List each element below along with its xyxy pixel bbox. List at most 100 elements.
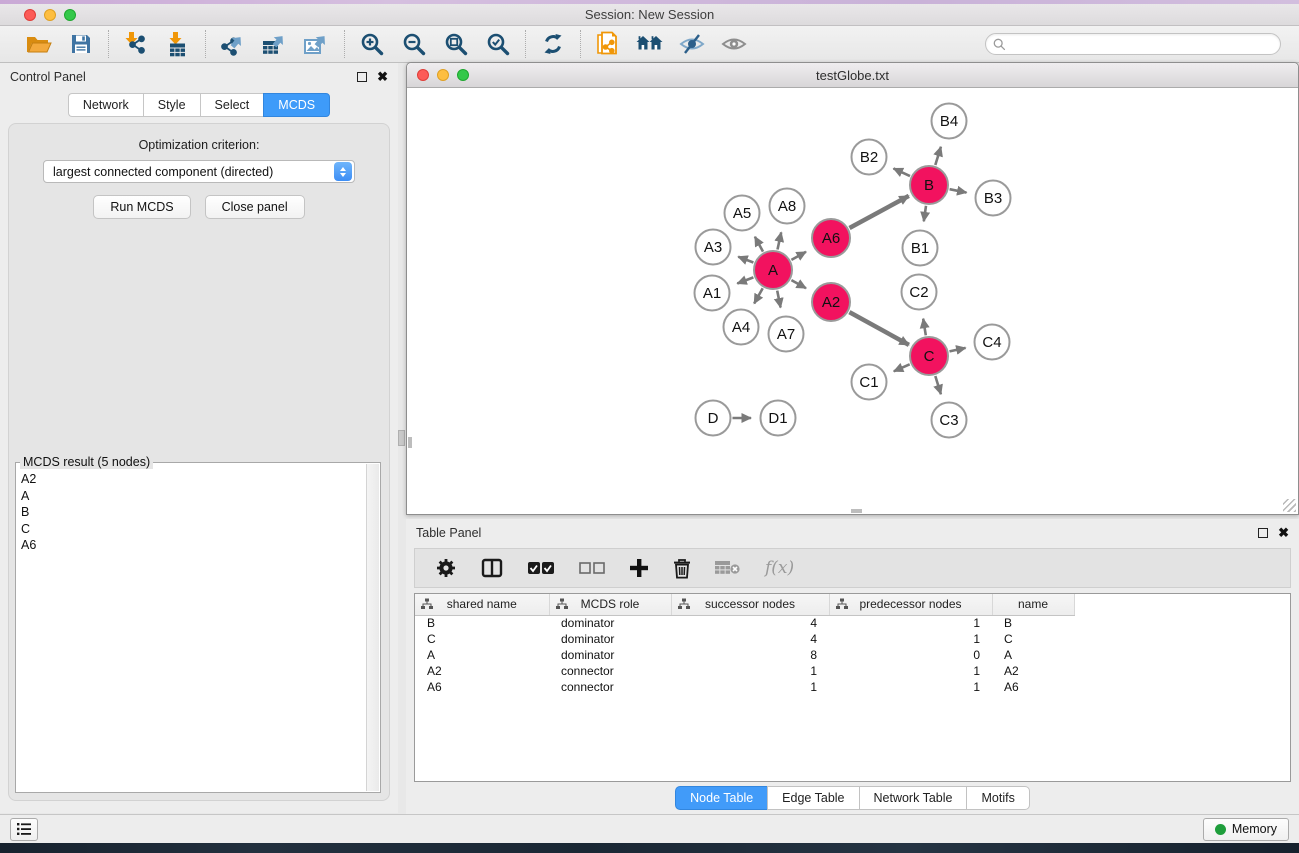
eye-slash-icon[interactable] bbox=[676, 29, 708, 59]
graph-node-C[interactable]: C bbox=[910, 337, 948, 375]
cell-predecessor-nodes[interactable]: 0 bbox=[829, 647, 992, 663]
cell-predecessor-nodes[interactable]: 1 bbox=[829, 615, 992, 631]
cell-name[interactable]: A bbox=[992, 647, 1074, 663]
graph-edge-A-A8[interactable] bbox=[778, 232, 782, 249]
cell-MCDS-role[interactable]: dominator bbox=[549, 647, 671, 663]
graph-node-A3[interactable]: A3 bbox=[696, 230, 731, 265]
table-row[interactable]: Cdominator41C bbox=[415, 631, 1290, 647]
graph-node-D[interactable]: D bbox=[696, 401, 731, 436]
window-resize-grip[interactable] bbox=[1283, 499, 1296, 512]
trash-icon[interactable] bbox=[673, 558, 691, 579]
memory-button[interactable]: Memory bbox=[1203, 818, 1289, 841]
network-canvas[interactable]: B4 B2 B B3 A8 A5 A6 A3 B1 A C2 A1 A2 bbox=[408, 89, 1297, 513]
graph-edge-C-C2[interactable] bbox=[923, 319, 926, 336]
graph-edge-A-A2[interactable] bbox=[791, 280, 806, 288]
search-input[interactable] bbox=[1010, 35, 1280, 53]
cell-successor-nodes[interactable]: 4 bbox=[671, 615, 829, 631]
document-network-icon[interactable] bbox=[592, 29, 624, 59]
close-table-panel-icon[interactable]: ✖ bbox=[1278, 528, 1289, 538]
run-mcds-button[interactable]: Run MCDS bbox=[93, 195, 190, 219]
graph-node-B4[interactable]: B4 bbox=[932, 104, 967, 139]
refresh-icon[interactable] bbox=[537, 29, 569, 59]
graph-node-C3[interactable]: C3 bbox=[932, 403, 967, 438]
graph-edge-A-A1[interactable] bbox=[737, 277, 753, 283]
cell-successor-nodes[interactable]: 1 bbox=[671, 663, 829, 679]
graph-node-A[interactable]: A bbox=[754, 251, 792, 289]
graph-edge-A-A4[interactable] bbox=[754, 288, 763, 303]
tab-select[interactable]: Select bbox=[200, 93, 264, 117]
graph-node-C1[interactable]: C1 bbox=[852, 365, 887, 400]
cell-name[interactable]: A6 bbox=[992, 679, 1074, 695]
graph-node-B1[interactable]: B1 bbox=[903, 231, 938, 266]
close-panel-icon[interactable]: ✖ bbox=[377, 72, 388, 82]
cell-name[interactable]: A2 bbox=[992, 663, 1074, 679]
result-list-item[interactable]: C bbox=[21, 521, 365, 538]
table-row[interactable]: Bdominator41B bbox=[415, 615, 1290, 631]
result-list-item[interactable]: B bbox=[21, 504, 365, 521]
graph-node-A8[interactable]: A8 bbox=[770, 189, 805, 224]
graph-edge-B-B3[interactable] bbox=[950, 189, 967, 192]
plus-icon[interactable] bbox=[629, 558, 649, 578]
tab-network[interactable]: Network bbox=[68, 93, 143, 117]
graph-edge-A-A6[interactable] bbox=[791, 252, 806, 260]
result-list-item[interactable]: A bbox=[21, 488, 365, 505]
graph-node-A2[interactable]: A2 bbox=[812, 283, 850, 321]
graph-node-B2[interactable]: B2 bbox=[852, 140, 887, 175]
export-image-icon[interactable] bbox=[301, 29, 333, 59]
cell-MCDS-role[interactable]: dominator bbox=[549, 631, 671, 647]
cell-shared-name[interactable]: A6 bbox=[415, 679, 549, 695]
floppy-save-icon[interactable] bbox=[65, 29, 97, 59]
zoom-out-icon[interactable] bbox=[398, 29, 430, 59]
optimization-criterion-dropdown[interactable]: largest connected component (directed) bbox=[43, 160, 355, 183]
graph-node-A1[interactable]: A1 bbox=[695, 276, 730, 311]
split-columns-icon[interactable] bbox=[481, 558, 503, 578]
graph-edge-B-B1[interactable] bbox=[924, 206, 926, 222]
cell-shared-name[interactable]: B bbox=[415, 615, 549, 631]
tab-node-table[interactable]: Node Table bbox=[675, 786, 767, 810]
graph-node-A5[interactable]: A5 bbox=[725, 196, 760, 231]
graph-edge-B-B4[interactable] bbox=[935, 147, 941, 165]
eye-icon[interactable] bbox=[718, 29, 750, 59]
result-scrollbar[interactable] bbox=[366, 464, 379, 791]
graph-node-D1[interactable]: D1 bbox=[761, 401, 796, 436]
table-row[interactable]: A2connector11A2 bbox=[415, 663, 1290, 679]
cell-MCDS-role[interactable]: connector bbox=[549, 663, 671, 679]
cell-successor-nodes[interactable]: 8 bbox=[671, 647, 829, 663]
column-header-MCDS-role[interactable]: MCDS role bbox=[549, 594, 671, 615]
close-panel-button[interactable]: Close panel bbox=[205, 195, 305, 219]
cell-predecessor-nodes[interactable]: 1 bbox=[829, 663, 992, 679]
cell-shared-name[interactable]: C bbox=[415, 631, 549, 647]
graph-edge-C-C3[interactable] bbox=[935, 376, 941, 394]
checked-boxes-icon[interactable] bbox=[527, 561, 555, 575]
graph-edge-A2-C[interactable] bbox=[849, 312, 909, 345]
graph-node-A6[interactable]: A6 bbox=[812, 219, 850, 257]
cell-shared-name[interactable]: A bbox=[415, 647, 549, 663]
column-header-shared-name[interactable]: shared name bbox=[415, 594, 549, 615]
zoom-check-icon[interactable] bbox=[482, 29, 514, 59]
graph-edge-A-A5[interactable] bbox=[755, 237, 763, 252]
tab-motifs[interactable]: Motifs bbox=[966, 786, 1029, 810]
unchecked-boxes-icon[interactable] bbox=[579, 562, 605, 574]
network-window-titlebar[interactable]: testGlobe.txt bbox=[407, 63, 1298, 88]
graph-edge-B-B2[interactable] bbox=[894, 168, 911, 176]
graph-edge-A-A3[interactable] bbox=[738, 257, 753, 263]
result-list-item[interactable]: A6 bbox=[21, 537, 365, 554]
tab-network-table[interactable]: Network Table bbox=[859, 786, 967, 810]
graph-edge-A-A7[interactable] bbox=[777, 291, 780, 308]
task-history-button[interactable] bbox=[10, 818, 38, 841]
tab-mcds[interactable]: MCDS bbox=[263, 93, 330, 117]
export-network-icon[interactable] bbox=[217, 29, 249, 59]
float-panel-icon[interactable] bbox=[357, 72, 367, 82]
graph-node-B[interactable]: B bbox=[910, 166, 948, 204]
import-network-icon[interactable] bbox=[120, 29, 152, 59]
result-list-item[interactable]: A2 bbox=[21, 471, 365, 488]
panel-splitter-handle[interactable] bbox=[398, 430, 405, 446]
import-table-icon[interactable] bbox=[162, 29, 194, 59]
gear-icon[interactable] bbox=[435, 557, 457, 579]
cell-successor-nodes[interactable]: 4 bbox=[671, 631, 829, 647]
cell-shared-name[interactable]: A2 bbox=[415, 663, 549, 679]
cell-MCDS-role[interactable]: dominator bbox=[549, 615, 671, 631]
mcds-result-list[interactable]: A2ABCA6 bbox=[18, 471, 365, 790]
folder-open-icon[interactable] bbox=[23, 29, 55, 59]
float-table-panel-icon[interactable] bbox=[1258, 528, 1268, 538]
